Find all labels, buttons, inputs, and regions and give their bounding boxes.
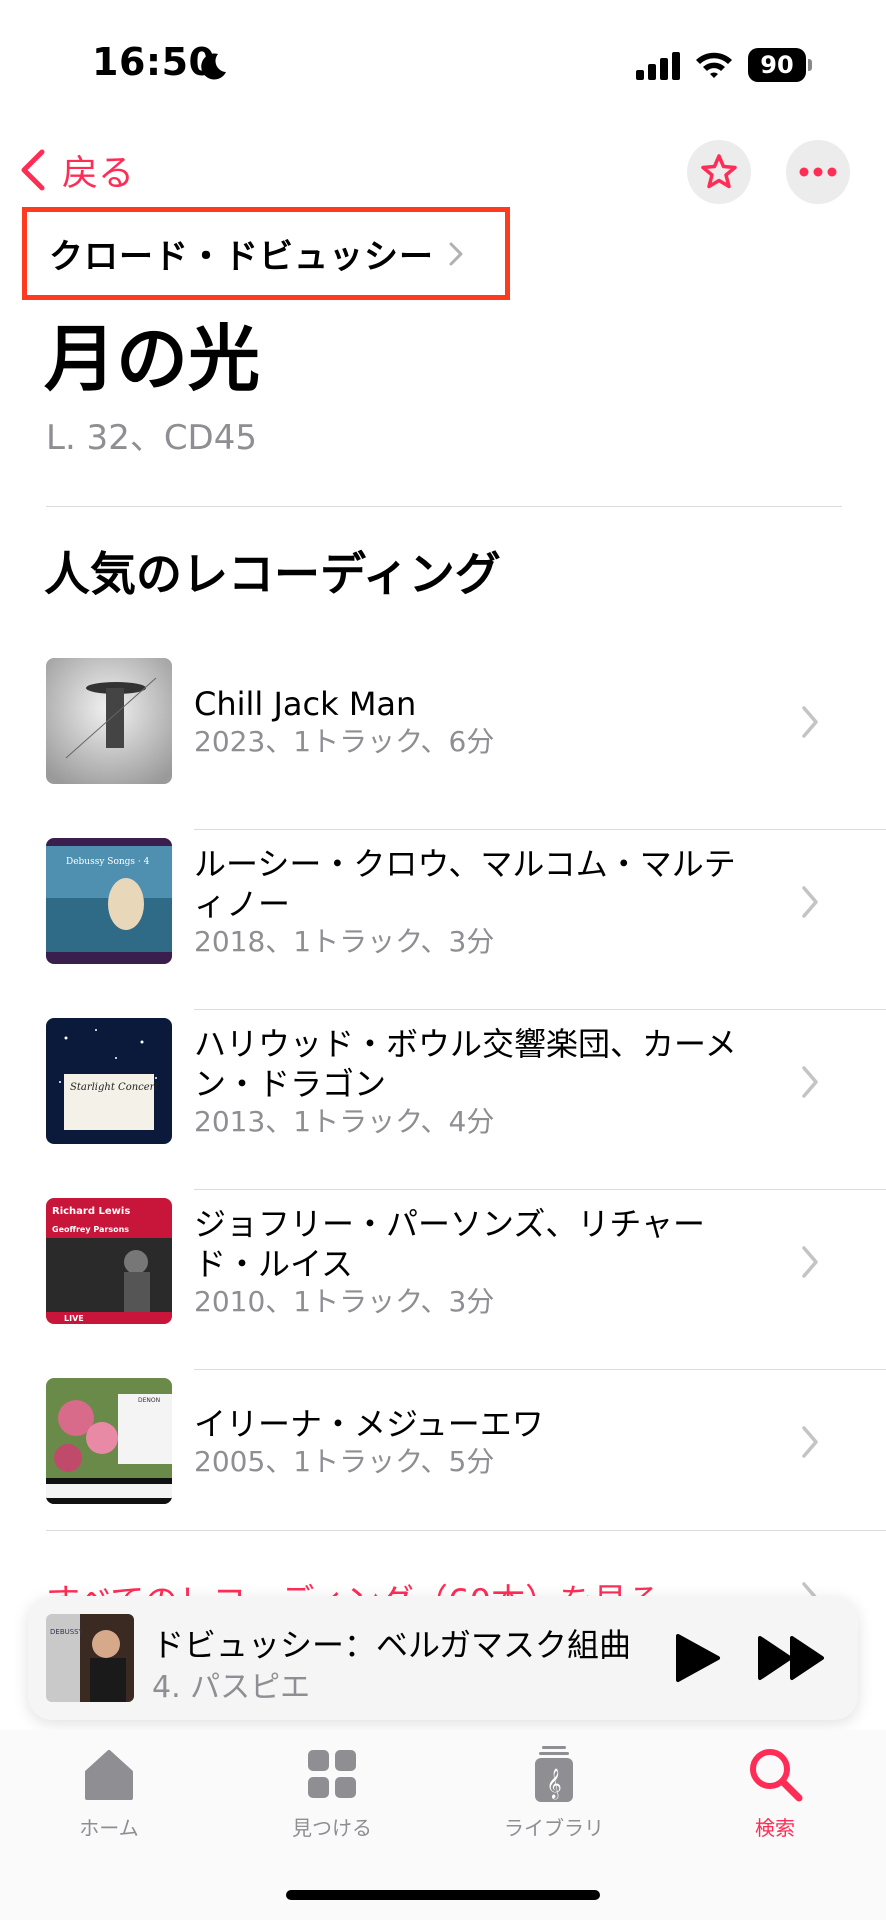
chevron-right-icon [802, 706, 818, 738]
svg-text:Geoffrey Parsons: Geoffrey Parsons [52, 1225, 129, 1234]
battery-icon: 90 [748, 48, 812, 82]
recording-meta: 2018、1トラック、3分 [194, 925, 495, 958]
back-button[interactable]: 戻る [18, 144, 134, 196]
recording-title: Chill Jack Man [194, 685, 417, 723]
battery-level: 90 [748, 48, 806, 82]
svg-text:LIVE: LIVE [64, 1314, 84, 1323]
svg-text:𝄞: 𝄞 [546, 1768, 561, 1800]
recording-row[interactable]: Richard Lewis Geoffrey Parsons LIVE ジョフリ… [0, 1190, 886, 1370]
status-time: 16:50 [92, 40, 216, 84]
recording-meta: 2023、1トラック、6分 [194, 725, 495, 758]
recording-title: イリーナ・メジューエワ [194, 1405, 544, 1443]
recording-meta: 2010、1トラック、3分 [194, 1285, 495, 1318]
now-playing-subtitle: 4. パスピエ [152, 1670, 311, 1705]
recording-text: Chill Jack Man 2023、1トラック、6分 [194, 650, 754, 794]
play-icon[interactable] [668, 1630, 724, 1686]
tab-label: 見つける [292, 1816, 372, 1840]
favorite-button[interactable] [687, 140, 751, 204]
now-playing-title: ドビュッシー：ベルガマスク組曲 [152, 1626, 632, 1664]
recording-text: イリーナ・メジューエワ 2005、1トラック、5分 [194, 1370, 754, 1514]
album-art: Starlight Concert [46, 1018, 172, 1144]
chevron-right-icon [449, 242, 463, 265]
tab-browse[interactable]: 見つける [247, 1744, 417, 1854]
recording-row[interactable]: Starlight Concert ハリウッド・ボウル交響楽団、カーメン・ドラゴ… [0, 1010, 886, 1190]
more-options-button[interactable] [786, 140, 850, 204]
recording-text: ルーシー・クロウ、マルコム・マルティノー 2018、1トラック、3分 [194, 830, 754, 974]
chevron-left-icon [21, 149, 45, 191]
svg-text:Richard Lewis: Richard Lewis [52, 1206, 130, 1217]
ellipsis-icon [799, 167, 837, 177]
back-label: 戻る [62, 153, 135, 194]
recording-meta: 2005、1トラック、5分 [194, 1445, 495, 1478]
svg-text:Debussy Songs · 4: Debussy Songs · 4 [66, 857, 150, 867]
recording-title: ハリウッド・ボウル交響楽団、カーメン・ドラゴン [194, 1025, 737, 1103]
work-catalog: L. 32、CD45 [46, 418, 258, 458]
cellular-signal-icon [636, 52, 680, 80]
recording-list: Chill Jack Man 2023、1トラック、6分 Debussy Son… [0, 650, 886, 1550]
svg-text:Starlight Concert: Starlight Concert [70, 1082, 159, 1093]
album-art: DENON [46, 1378, 172, 1504]
album-art: Debussy Songs · 4 [46, 838, 172, 964]
now-playing-art: DEBUSSY [46, 1614, 134, 1702]
tab-label: ライブラリ [504, 1816, 604, 1840]
grid-icon [308, 1750, 356, 1798]
recording-meta: 2013、1トラック、4分 [194, 1105, 495, 1138]
album-art [46, 658, 172, 784]
work-title: 月の光 [44, 316, 261, 401]
home-indicator [286, 1890, 600, 1900]
composer-link[interactable]: クロード・ドビュッシー [22, 207, 510, 300]
library-icon: 𝄞 [535, 1746, 573, 1802]
divider [46, 506, 842, 507]
album-art: Richard Lewis Geoffrey Parsons LIVE [46, 1198, 172, 1324]
home-icon [85, 1750, 133, 1800]
svg-text:DEBUSSY: DEBUSSY [50, 1628, 84, 1636]
chevron-right-icon [802, 1066, 818, 1098]
divider [46, 1530, 886, 1531]
section-title: 人気のレコーディング [44, 547, 501, 601]
tab-label: 検索 [755, 1816, 795, 1840]
recording-row[interactable]: DENON イリーナ・メジューエワ 2005、1トラック、5分 [0, 1370, 886, 1550]
status-bar: 16:50 90 [0, 0, 886, 120]
recording-text: ハリウッド・ボウル交響楽団、カーメン・ドラゴン 2013、1トラック、4分 [194, 1010, 754, 1154]
tab-library[interactable]: 𝄞 ライブラリ [469, 1744, 639, 1854]
tab-search[interactable]: 検索 [690, 1744, 860, 1854]
recording-row[interactable]: Chill Jack Man 2023、1トラック、6分 [0, 650, 886, 830]
recording-title: ルーシー・クロウ、マルコム・マルティノー [194, 845, 736, 923]
tab-label: ホーム [79, 1816, 139, 1840]
wifi-icon [696, 52, 732, 78]
chevron-right-icon [802, 1426, 818, 1458]
svg-text:DENON: DENON [138, 1397, 160, 1404]
recording-row[interactable]: Debussy Songs · 4 ルーシー・クロウ、マルコム・マルティノー 2… [0, 830, 886, 1010]
mini-player[interactable]: DEBUSSY ドビュッシー：ベルガマスク組曲 4. パスピエ [28, 1596, 858, 1720]
composer-name: クロード・ドビュッシー [49, 237, 434, 277]
chevron-right-icon [802, 1246, 818, 1278]
tab-home[interactable]: ホーム [24, 1744, 194, 1854]
star-icon [701, 154, 737, 189]
moon-icon [201, 53, 226, 80]
recording-text: ジョフリー・パーソンズ、リチャード・ルイス 2010、1トラック、3分 [194, 1190, 754, 1334]
recording-title: ジョフリー・パーソンズ、リチャード・ルイス [194, 1205, 706, 1283]
search-icon [750, 1749, 803, 1802]
chevron-right-icon [802, 886, 818, 918]
fast-forward-icon[interactable] [756, 1632, 828, 1684]
